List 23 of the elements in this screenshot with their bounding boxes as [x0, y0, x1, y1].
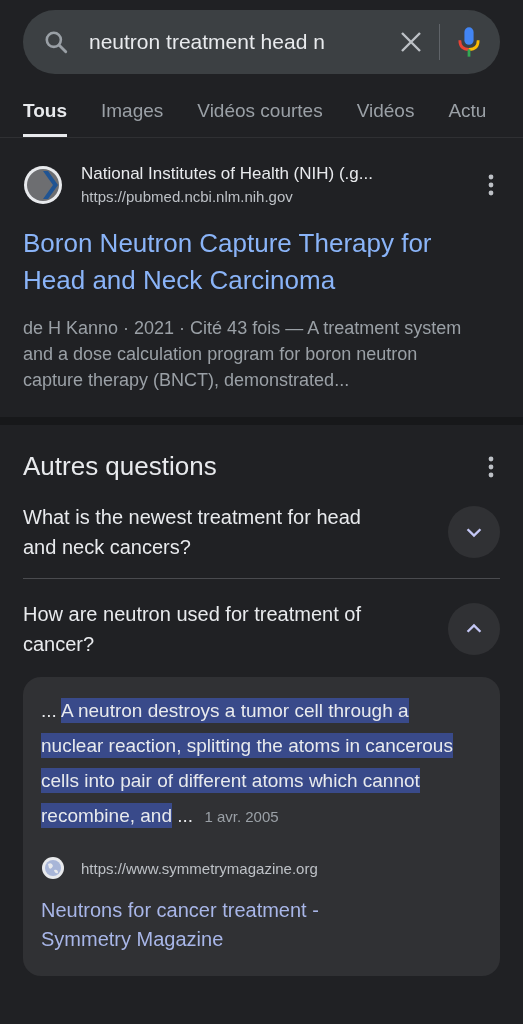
answer-text: ... A neutron destroys a tumor cell through a nuclear reaction, splitting the atoms in cancerous cells into pair of different atoms which cannot recombine, and ... 1 avr. 2005	[41, 697, 454, 830]
tab[interactable]: Images	[101, 90, 164, 137]
question-text[interactable]: What is the newest treatment for head and neck cancers?	[23, 502, 398, 562]
tab[interactable]: Vidéos	[356, 90, 415, 137]
search-icon	[43, 29, 69, 55]
question-text[interactable]: How are neutron used for treatment of cancer?	[23, 599, 398, 659]
tab[interactable]: Actu	[448, 90, 487, 137]
result-snippet: de H Kanno · 2021 · Cité 43 fois — A treatment system and a dose calculation program for boron neutron capture therapy (BNCT), demonstrated...	[23, 317, 463, 392]
more-options-icon[interactable]	[488, 455, 494, 478]
tab[interactable]: Vidéos courtes	[197, 90, 323, 137]
section-title: Autres questions	[23, 451, 217, 482]
result-title-link[interactable]: Boron Neutron Capture Therapy for Head and Neck Carcinoma	[23, 225, 500, 299]
tab[interactable]: Tous	[23, 90, 67, 137]
globe-icon	[41, 856, 65, 880]
source-link[interactable]: Neutrons for cancer treatment - Symmetry Magazine	[41, 896, 391, 954]
site-url: https://pubmed.ncbi.nlm.nih.gov	[81, 188, 294, 205]
source-url: https://www.symmetrymagazine.org	[81, 859, 318, 877]
search-field[interactable]: neutron treatment head n	[89, 30, 389, 54]
site-name: National Institutes of Health (NIH) (.g...	[81, 164, 374, 184]
site-logo-icon	[23, 164, 63, 205]
more-options-icon[interactable]	[488, 173, 494, 196]
close-icon[interactable]	[399, 30, 423, 54]
microphone-icon[interactable]	[458, 26, 480, 58]
